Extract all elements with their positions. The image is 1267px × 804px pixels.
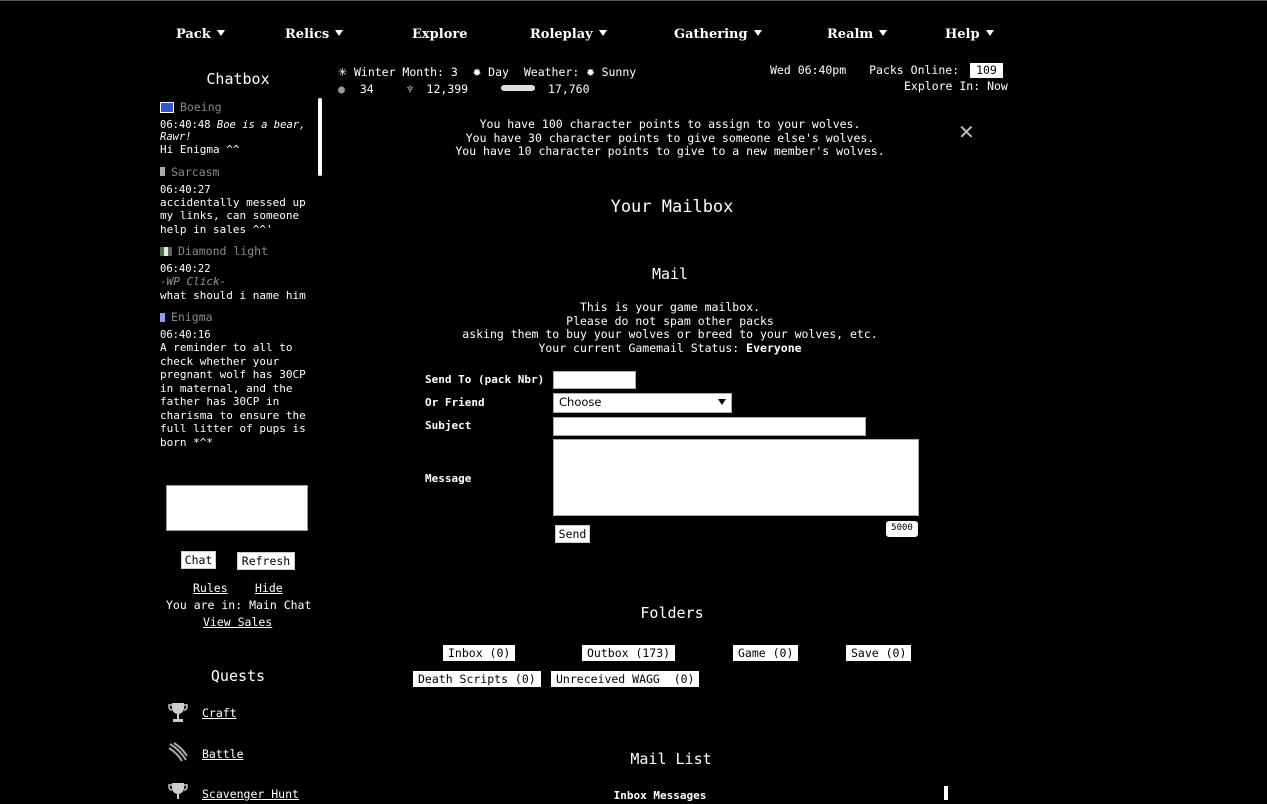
chat-text: what should i name him: [160, 288, 306, 302]
snowflake-icon: ✳: [338, 62, 348, 80]
folder-unreceived-wagg[interactable]: Unreceived WAGG (0): [551, 671, 700, 687]
chat-emote: -WP Click-: [160, 275, 227, 288]
chat-text: Hi Enigma ^^: [160, 143, 240, 156]
chat-message: Diamond light 06:40:22 -WP Click- what s…: [160, 244, 315, 302]
flag-icon: [160, 101, 174, 113]
flag-icon: [160, 167, 165, 176]
nav-explore[interactable]: Explore: [412, 27, 467, 42]
packs-online-count: 109: [970, 63, 1003, 78]
chat-username[interactable]: Sarcasm: [171, 165, 219, 179]
folder-death-scripts[interactable]: Death Scripts (0): [413, 671, 541, 687]
gamemail-status: Everyone: [746, 340, 802, 355]
view-sales-link[interactable]: View Sales: [203, 615, 272, 629]
herb-icon: ♆: [406, 82, 414, 96]
nav-roleplay[interactable]: Roleplay: [530, 27, 607, 42]
chat-message: Sarcasm 06:40:27 accidentally messed up …: [160, 165, 315, 237]
rock-icon: ●: [338, 82, 345, 96]
nav-relics[interactable]: Relics: [285, 27, 344, 42]
season-info: ✳ Winter Month: 3 ✹ Day Weather: ✹ Sunny: [338, 62, 637, 80]
folder-game[interactable]: Game (0): [733, 645, 799, 661]
friend-label: Or Friend: [425, 396, 485, 409]
cp-notice: You have 100 character points to assign …: [455, 117, 885, 158]
friend-select[interactable]: Choose: [553, 393, 732, 413]
chat-text: accidentally messed up my links, can som…: [160, 195, 306, 236]
chatbox-title: Chatbox: [206, 70, 270, 88]
sun-icon: ✹: [586, 64, 595, 80]
nav-help[interactable]: Help: [945, 27, 994, 42]
trophy-icon: [168, 783, 188, 799]
claw-icon: [168, 742, 188, 762]
explore-in: Explore In: Now: [904, 79, 1008, 93]
datetime-info: Wed 06:40pm Packs Online: 109: [770, 63, 1003, 78]
chat-input[interactable]: [166, 485, 308, 531]
chat-time: 06:40:48: [160, 119, 211, 131]
mail-heading: Mail: [651, 265, 689, 283]
chat-messages: Boeing 06:40:48 Boe is a bear, Rawr! Hi …: [160, 100, 322, 475]
quest-battle-link[interactable]: Battle: [202, 747, 244, 761]
quests-title: Quests: [210, 667, 266, 685]
message-textarea[interactable]: [553, 439, 919, 516]
subject-input[interactable]: [553, 417, 866, 436]
message-label: Message: [425, 472, 472, 485]
mail-list-scrollbar[interactable]: [944, 786, 948, 800]
caret-down-icon: [335, 30, 344, 36]
send-button[interactable]: Send: [555, 525, 590, 543]
chat-username[interactable]: Enigma: [171, 310, 213, 324]
quest-craft-link[interactable]: Craft: [202, 706, 237, 720]
subject-label: Subject: [425, 419, 472, 432]
char-counter: 5000: [886, 521, 918, 537]
chat-text: A reminder to all to check whether your …: [160, 341, 306, 449]
chat-location: You are in: Main Chat: [166, 598, 312, 612]
flag-icon: [160, 312, 165, 322]
top-border: [0, 0, 1267, 1]
folders-title: Folders: [640, 604, 704, 622]
chat-message: Boeing 06:40:48 Boe is a bear, Rawr! Hi …: [160, 100, 315, 157]
mailbox-title: Your Mailbox: [610, 197, 734, 217]
mail-description: This is your game mailbox. Please do not…: [462, 300, 878, 355]
refresh-button[interactable]: Refresh: [237, 552, 295, 570]
main-nav: Pack Relics Explore Roleplay Gathering R…: [160, 27, 1020, 45]
bone-icon: [501, 85, 536, 91]
send-to-label: Send To (pack Nbr): [425, 373, 545, 386]
close-icon[interactable]: ✕: [958, 120, 975, 144]
folder-inbox[interactable]: Inbox (0): [443, 645, 516, 661]
caret-down-icon: [753, 30, 762, 36]
inbox-messages-heading: Inbox Messages: [613, 789, 707, 802]
rules-link[interactable]: Rules: [193, 581, 228, 595]
resource-info: ● 34 ♆ 12,399 17,760: [338, 82, 590, 96]
send-to-input[interactable]: [553, 371, 636, 389]
hide-link[interactable]: Hide: [255, 581, 283, 595]
sun-icon: ✹: [472, 64, 482, 80]
caret-down-icon: [879, 30, 888, 36]
trophy-icon: [168, 703, 188, 722]
nav-pack[interactable]: Pack: [176, 27, 225, 42]
folder-save[interactable]: Save (0): [846, 645, 912, 661]
chevron-down-icon: [718, 399, 726, 405]
mail-list-title: Mail List: [630, 750, 712, 768]
chat-username[interactable]: Boeing: [180, 100, 222, 114]
caret-down-icon: [598, 30, 607, 36]
chat-button[interactable]: Chat: [181, 551, 216, 569]
flag-icon: [160, 246, 172, 256]
folder-outbox[interactable]: Outbox (173): [582, 645, 676, 661]
chat-time: 06:40:22: [160, 263, 211, 275]
caret-down-icon: [216, 30, 225, 36]
nav-gathering[interactable]: Gathering: [674, 27, 762, 42]
chat-time: 06:40:27: [160, 183, 211, 196]
caret-down-icon: [985, 30, 994, 36]
chat-time: 06:40:16: [160, 329, 211, 341]
chat-message: Enigma 06:40:16 A reminder to all to che…: [160, 310, 315, 449]
chat-username[interactable]: Diamond light: [178, 244, 268, 258]
quest-scavenger-link[interactable]: Scavenger Hunt: [202, 787, 299, 801]
nav-realm[interactable]: Realm: [827, 27, 888, 42]
